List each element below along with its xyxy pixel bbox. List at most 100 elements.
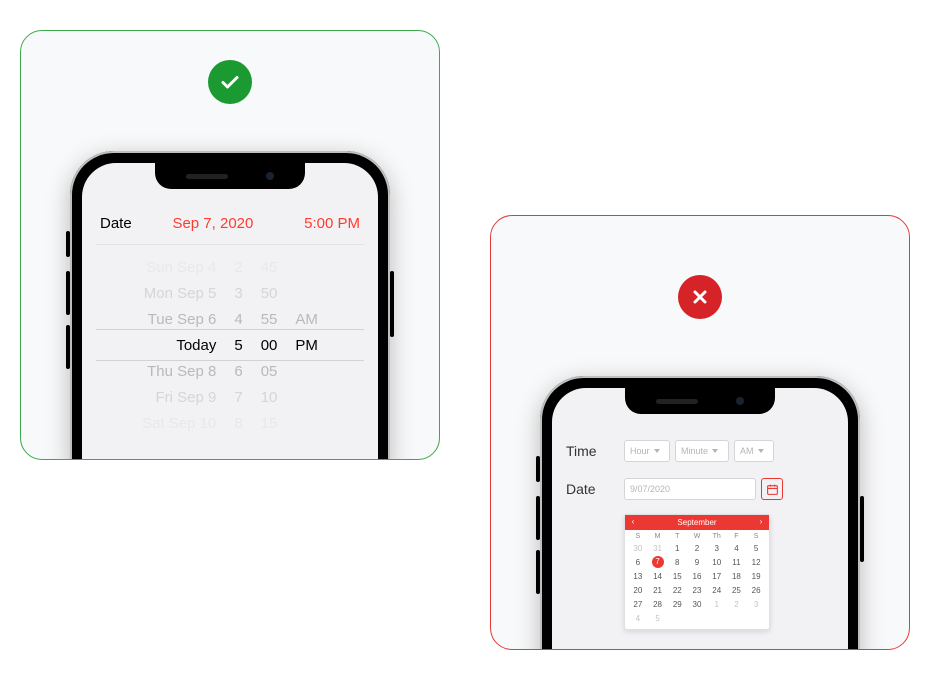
calendar-day[interactable]: 22 <box>667 584 687 597</box>
calendar-day[interactable]: 4 <box>727 542 747 555</box>
picker-date-option[interactable]: Sun Sep 4 <box>146 255 216 281</box>
calendar-day[interactable]: 19 <box>746 570 766 583</box>
time-field-row: Time Hour Minute AM <box>566 432 834 470</box>
date-input[interactable]: 9/07/2020 <box>624 478 756 500</box>
calendar-day[interactable]: 30 <box>687 598 707 611</box>
calendar-day[interactable]: 1 <box>707 598 727 611</box>
cross-badge <box>678 275 722 319</box>
notch <box>155 163 305 189</box>
calendar-day[interactable]: 20 <box>628 584 648 597</box>
calendar-month-label: September <box>677 518 716 527</box>
picker-ampm-column[interactable]: AM PM <box>295 255 318 437</box>
calendar-day[interactable]: 5 <box>648 612 668 625</box>
calendar-day[interactable]: 24 <box>707 584 727 597</box>
picker-hour-option[interactable]: 6 <box>234 359 242 385</box>
calendar-day[interactable]: 27 <box>628 598 648 611</box>
speaker <box>656 399 698 404</box>
calendar-day <box>667 612 687 625</box>
hour-select[interactable]: Hour <box>624 440 670 462</box>
ampm-select-placeholder: AM <box>740 446 754 456</box>
calendar-day[interactable]: 28 <box>648 598 668 611</box>
picker-hour-option[interactable]: 2 <box>234 255 242 281</box>
chevron-down-icon <box>712 449 718 453</box>
calendar-day[interactable]: 3 <box>746 598 766 611</box>
picker-hour-option[interactable]: 4 <box>234 307 242 333</box>
date-summary-row[interactable]: Date Sep 7, 2020 5:00 PM <box>96 207 364 245</box>
calendar-day[interactable]: 30 <box>628 542 648 555</box>
calendar-day[interactable]: 18 <box>727 570 747 583</box>
calendar-grid[interactable]: SMTWThFS30311234567891011121314151617181… <box>625 530 769 629</box>
picker-ampm-selected[interactable]: PM <box>295 333 318 359</box>
picker-date-option[interactable]: Thu Sep 8 <box>147 359 216 385</box>
picker-minute-option[interactable]: 50 <box>261 281 278 307</box>
calendar-day[interactable]: 4 <box>628 612 648 625</box>
calendar-day[interactable]: 16 <box>687 570 707 583</box>
calendar-dow: T <box>667 533 687 541</box>
date-label: Date <box>566 481 624 497</box>
calendar-day[interactable]: 14 <box>648 570 668 583</box>
picker-minute-option[interactable]: 55 <box>261 307 278 333</box>
picker-hour-option[interactable]: 8 <box>234 411 242 437</box>
calendar-day[interactable]: 17 <box>707 570 727 583</box>
datetime-picker[interactable]: Sun Sep 4 Mon Sep 5 Tue Sep 6 Today Thu … <box>96 255 364 435</box>
picker-minute-option[interactable]: 45 <box>261 255 278 281</box>
picker-date-option[interactable]: Fri Sep 9 <box>155 385 216 411</box>
picker-ampm-option[interactable]: AM <box>295 307 318 333</box>
calendar-day[interactable]: 9 <box>687 556 707 569</box>
picker-hour-option[interactable]: 3 <box>234 281 242 307</box>
power-button <box>860 496 864 562</box>
calendar-day[interactable]: 21 <box>648 584 668 597</box>
picker-hour-option[interactable]: 7 <box>234 385 242 411</box>
prev-month-button[interactable]: ‹ <box>628 517 638 526</box>
date-field-row: Date 9/07/2020 <box>566 470 834 508</box>
calendar-day[interactable]: 3 <box>707 542 727 555</box>
picker-hour-column[interactable]: 2 3 4 5 6 7 8 <box>234 255 242 437</box>
picker-date-column[interactable]: Sun Sep 4 Mon Sep 5 Tue Sep 6 Today Thu … <box>142 255 216 437</box>
calendar-dow: S <box>628 533 648 541</box>
calendar-popover[interactable]: ‹ September › SMTWThFS303112345678910111… <box>624 514 770 630</box>
ampm-select[interactable]: AM <box>734 440 774 462</box>
calendar-day[interactable]: 6 <box>628 556 648 569</box>
calendar-day[interactable]: 13 <box>628 570 648 583</box>
calendar-day <box>746 612 766 625</box>
calendar-day[interactable]: 10 <box>707 556 727 569</box>
picker-minute-column[interactable]: 45 50 55 00 05 10 15 <box>261 255 278 437</box>
next-month-button[interactable]: › <box>756 517 766 526</box>
checkmark-badge <box>208 60 252 104</box>
minute-select-placeholder: Minute <box>681 446 708 456</box>
mute-switch <box>66 231 70 257</box>
calendar-day[interactable]: 12 <box>746 556 766 569</box>
picker-minute-option[interactable]: 05 <box>261 359 278 385</box>
calendar-day <box>727 612 747 625</box>
calendar-day[interactable]: 2 <box>727 598 747 611</box>
picker-minute-option[interactable]: 10 <box>261 385 278 411</box>
calendar-day[interactable]: 29 <box>667 598 687 611</box>
picker-date-option[interactable]: Sat Sep 10 <box>142 411 216 437</box>
calendar-day[interactable]: 8 <box>667 556 687 569</box>
calendar-day[interactable]: 2 <box>687 542 707 555</box>
checkmark-icon <box>218 70 242 94</box>
picker-minute-option[interactable]: 15 <box>261 411 278 437</box>
calendar-day[interactable]: 15 <box>667 570 687 583</box>
picker-date-option[interactable]: Mon Sep 5 <box>144 281 217 307</box>
speaker <box>186 174 228 179</box>
calendar-day[interactable]: 1 <box>667 542 687 555</box>
calendar-day[interactable]: 31 <box>648 542 668 555</box>
minute-select[interactable]: Minute <box>675 440 729 462</box>
calendar-button[interactable] <box>761 478 783 500</box>
calendar-day[interactable]: 26 <box>746 584 766 597</box>
calendar-day[interactable]: 11 <box>727 556 747 569</box>
picker-date-selected[interactable]: Today <box>176 333 216 359</box>
calendar-dow: S <box>746 533 766 541</box>
date-label: Date <box>100 215 132 232</box>
calendar-day[interactable]: 23 <box>687 584 707 597</box>
calendar-day-selected[interactable]: 7 <box>652 556 664 568</box>
picker-date-option[interactable]: Tue Sep 6 <box>148 307 217 333</box>
calendar-day[interactable]: 5 <box>746 542 766 555</box>
selected-time: 5:00 PM <box>304 215 360 232</box>
power-button <box>390 271 394 337</box>
picker-hour-selected[interactable]: 5 <box>234 333 242 359</box>
calendar-day[interactable]: 25 <box>727 584 747 597</box>
picker-minute-selected[interactable]: 00 <box>261 333 278 359</box>
cross-icon <box>688 285 712 309</box>
